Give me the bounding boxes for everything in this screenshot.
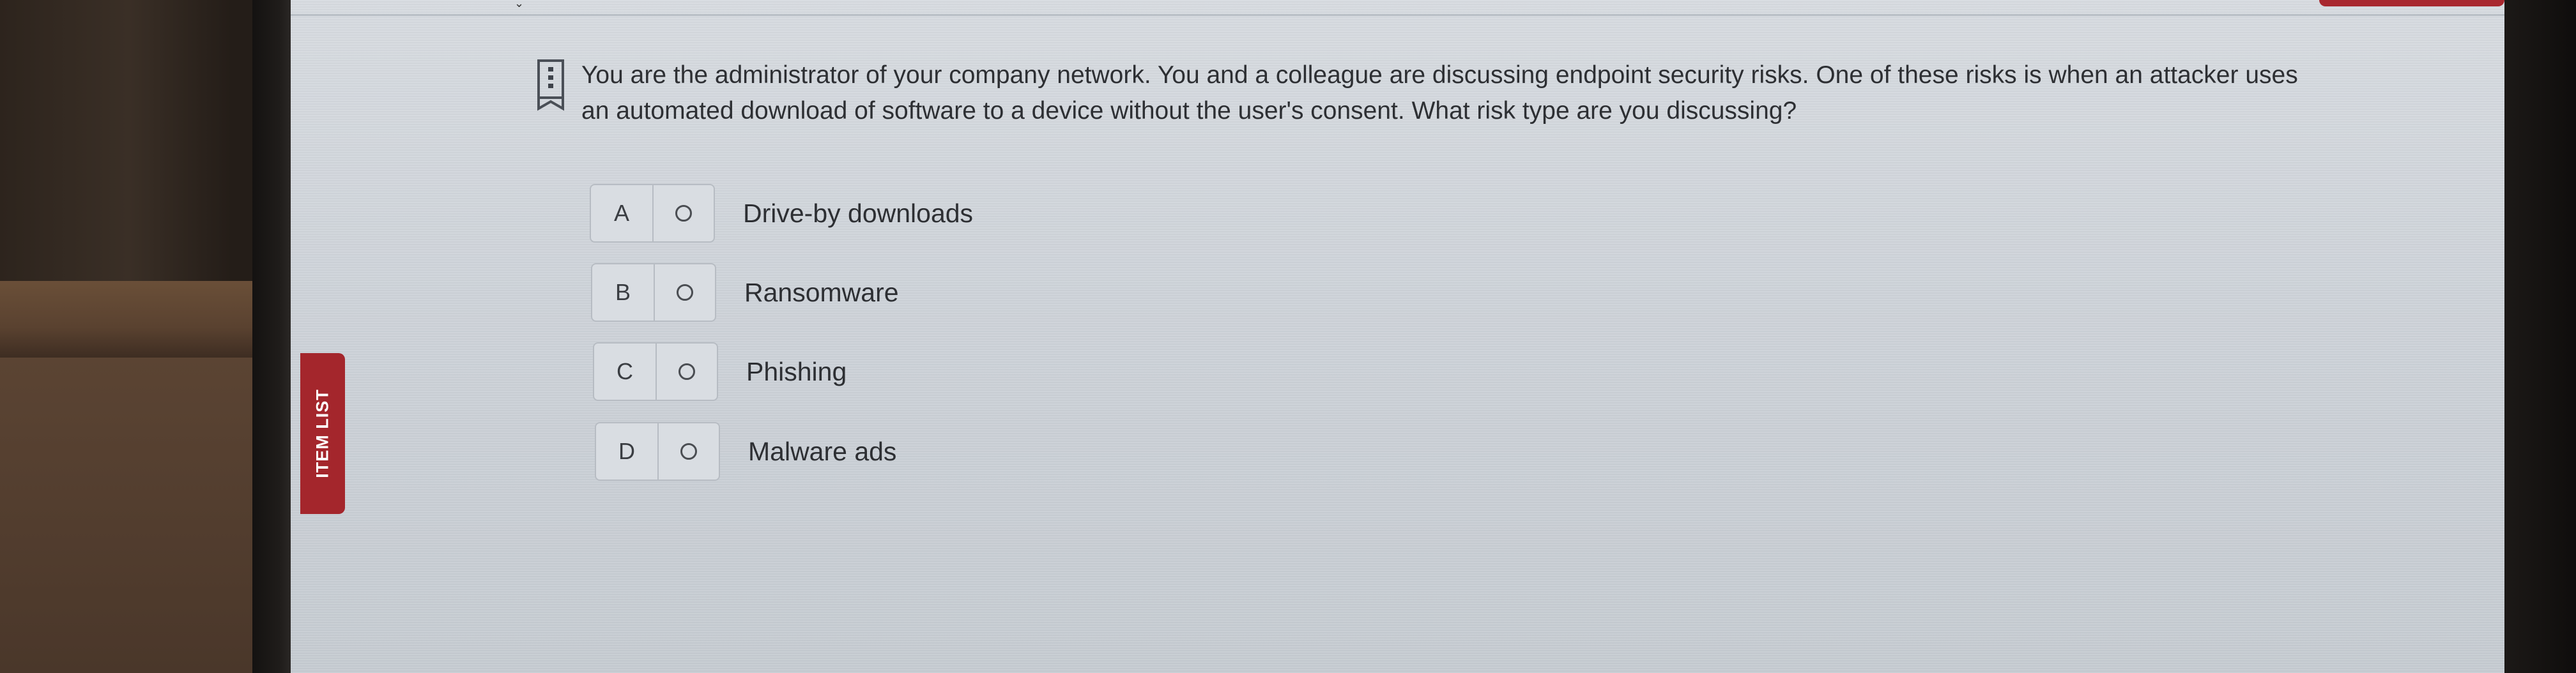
bookmark-flag-icon[interactable] xyxy=(537,59,566,111)
option-selector[interactable]: A xyxy=(590,184,715,243)
radio-button-icon[interactable] xyxy=(675,205,692,222)
radio-button-icon[interactable] xyxy=(678,363,695,380)
option-label: Ransomware xyxy=(744,277,899,307)
option-label: Phishing xyxy=(746,356,847,386)
photo-scene: ⌄ ITEM LIST You are the administrator of… xyxy=(0,0,2576,673)
chevron-down-icon[interactable]: ⌄ xyxy=(514,0,526,9)
option-selector[interactable]: C xyxy=(593,342,718,401)
question-text: You are the administrator of your compan… xyxy=(581,61,2298,125)
item-list-tab-label: ITEM LIST xyxy=(312,389,332,478)
option-label: Drive-by downloads xyxy=(743,198,974,228)
option-selector[interactable]: B xyxy=(591,263,716,322)
option-d[interactable]: D Malware ads xyxy=(595,422,896,481)
background-wall xyxy=(0,358,256,673)
background-wall-shelf xyxy=(0,281,256,358)
option-letter: C xyxy=(594,344,657,400)
option-letter: B xyxy=(592,264,655,321)
option-selector[interactable]: D xyxy=(595,422,720,481)
option-b[interactable]: B Ransomware xyxy=(591,263,899,322)
option-letter: D xyxy=(596,423,659,480)
exam-screen: ⌄ ITEM LIST You are the administrator of… xyxy=(291,0,2504,673)
option-label: Malware ads xyxy=(748,436,897,466)
monitor-bezel-right xyxy=(2504,0,2576,673)
option-c[interactable]: C Phishing xyxy=(593,342,847,401)
option-a[interactable]: A Drive-by downloads xyxy=(590,184,973,243)
radio-button-icon[interactable] xyxy=(677,284,693,301)
item-list-tab[interactable]: ITEM LIST xyxy=(300,353,345,514)
header-divider xyxy=(291,14,2504,16)
top-right-red-button[interactable] xyxy=(2319,0,2504,6)
radio-button-icon[interactable] xyxy=(680,443,697,460)
option-letter: A xyxy=(591,185,654,241)
monitor-bezel-left xyxy=(252,0,291,673)
